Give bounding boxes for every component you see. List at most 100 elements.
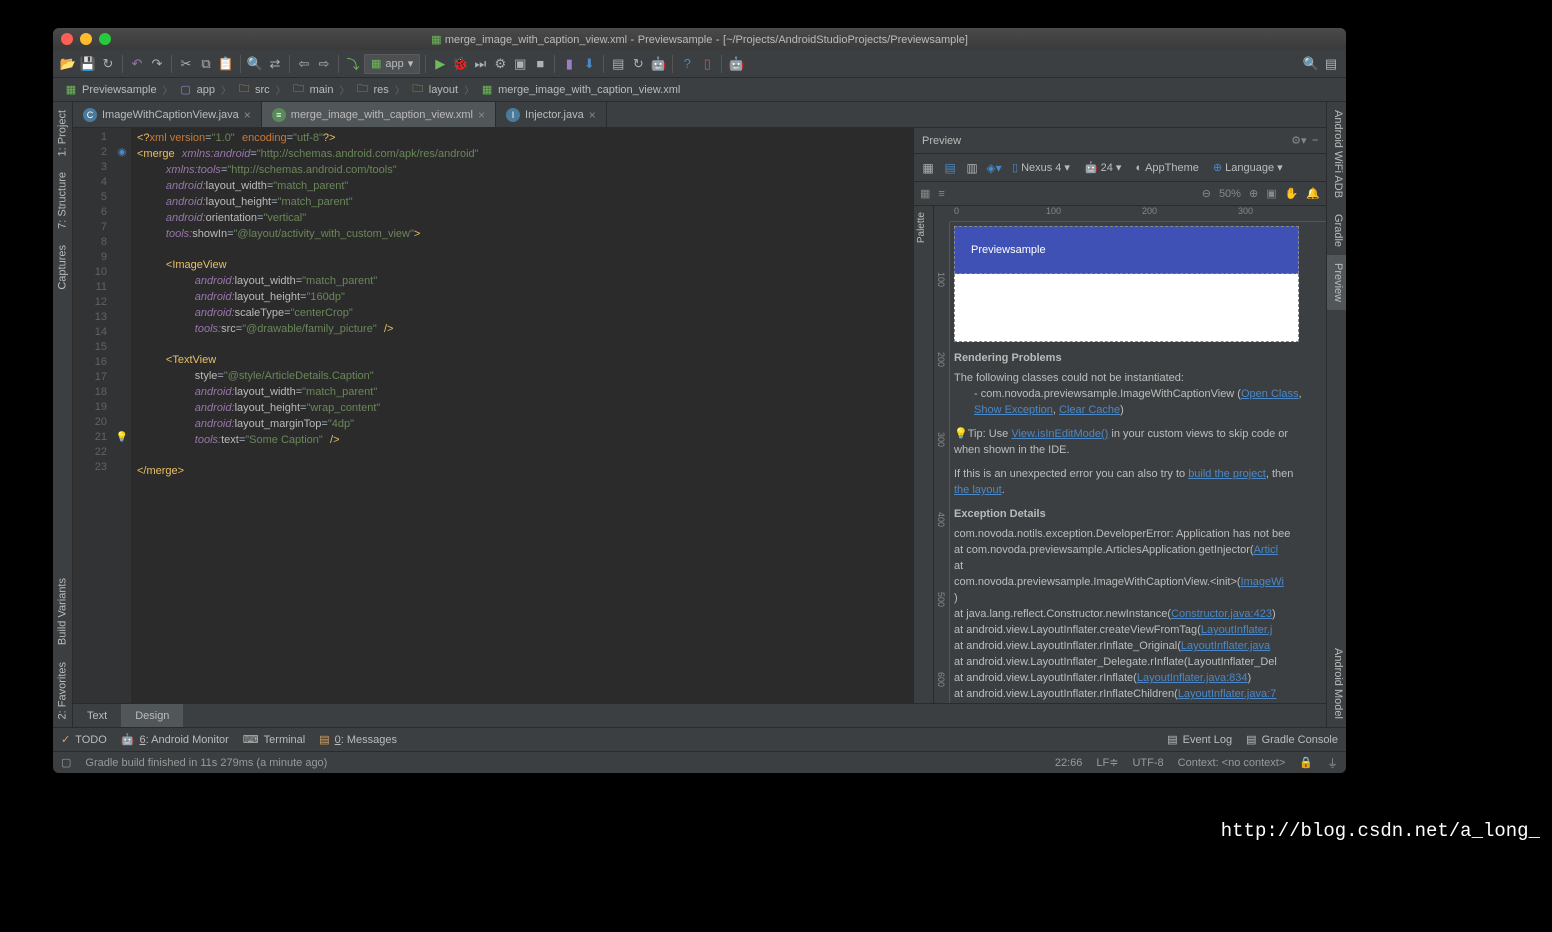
merge-gutter-icon[interactable]: ◉ [113,145,131,160]
editor-tab-1[interactable]: ≡merge_image_with_caption_view.xml× [262,102,496,127]
pal2-icon[interactable]: ≡ [938,188,944,200]
hide-icon[interactable]: ⎯ [1313,134,1319,147]
zoom-in-icon[interactable]: ⊕ [1249,187,1258,200]
tab-preview[interactable]: Preview [1327,255,1346,310]
crumb-file[interactable]: ▦merge_image_with_caption_view.xml [477,83,683,97]
tab-wifi-adb[interactable]: Android WiFi ADB [1327,102,1346,206]
editor-tab-2[interactable]: IInjector.java× [496,102,607,127]
pal1-icon[interactable]: ▦ [920,187,930,200]
tab-todo[interactable]: ✓TODO [61,733,107,746]
save-icon[interactable]: 💾 [79,55,97,73]
layout3-icon[interactable]: ▥ [964,160,980,176]
fit-icon[interactable]: ▣ [1266,187,1276,200]
tab-project[interactable]: 1: Project [53,102,72,164]
tab-structure[interactable]: 7: Structure [53,164,72,237]
copy-icon[interactable]: ⧉ [197,55,215,73]
clear-cache-link[interactable]: Clear Cache [1059,404,1120,416]
code-content[interactable]: <?xml version="1.0" encoding="utf-8"?> <… [131,128,913,703]
crumb-src[interactable]: 🗀src [234,83,273,97]
android-icon[interactable]: 🤖 [727,55,745,73]
sync2-icon[interactable]: ↻ [629,55,647,73]
lock-icon[interactable]: 🔒 [1299,756,1313,769]
phone-icon[interactable]: ▯ [698,55,716,73]
orientation-icon[interactable]: ◈▾ [986,160,1002,176]
cut-icon[interactable]: ✂ [177,55,195,73]
bell-icon[interactable]: 🔔 [1306,187,1320,200]
isineditmode-link[interactable]: View.isInEditMode() [1011,428,1108,440]
replace-icon[interactable]: ⇄ [266,55,284,73]
tab-android-monitor[interactable]: 🤖6: Android Monitor [121,733,229,746]
tab-text[interactable]: Text [73,704,121,727]
stop2-icon[interactable]: ■ [531,55,549,73]
bulb-gutter-icon[interactable]: 💡 [113,430,131,445]
undo-icon[interactable]: ↶ [128,55,146,73]
debug-icon[interactable]: 🐞 [451,55,469,73]
crumb-project[interactable]: ▦Previewsample [61,83,160,97]
context[interactable]: Context: <no context> [1178,757,1286,769]
search-icon[interactable]: 🔍 [1302,55,1320,73]
layout2-icon[interactable]: ▤ [942,160,958,176]
lang-select[interactable]: ⊕Language▾ [1209,159,1287,176]
encoding[interactable]: UTF-8 [1132,757,1163,769]
crumb-app[interactable]: ▢app [176,83,218,97]
structure-icon[interactable]: ▤ [609,55,627,73]
back-icon[interactable]: ⇦ [295,55,313,73]
window-icon[interactable]: ▢ [61,756,71,769]
preview-subtoolbar: ▦ ≡ ⊖ 50% ⊕ ▣ ✋ 🔔 [914,182,1326,206]
redo-icon[interactable]: ↷ [148,55,166,73]
tab-palette[interactable]: Palette [914,206,929,249]
build-icon[interactable]: ⤵ [344,55,362,73]
sync-icon[interactable]: ↻ [99,55,117,73]
run-icon[interactable]: ▶ [431,55,449,73]
editor-tab-0[interactable]: CImageWithCaptionView.java× [73,102,262,127]
refresh-layout-link[interactable]: the layout [954,484,1002,496]
zoom-out-icon[interactable]: ⊖ [1202,187,1211,200]
inspector-icon[interactable]: ⏚ [1327,755,1338,771]
line-separator[interactable]: LF≑ [1096,756,1118,769]
avd-icon[interactable]: ▮ [560,55,578,73]
crumb-res[interactable]: 🗀res [352,83,391,97]
layout1-icon[interactable]: ▦ [920,160,936,176]
tab-terminal[interactable]: ⌨Terminal [243,733,305,746]
crumb-main[interactable]: 🗀main [289,83,337,97]
pan-icon[interactable]: ✋ [1285,187,1299,200]
open-class-link[interactable]: Open Class [1241,388,1298,400]
tab-event-log[interactable]: ▤Event Log [1167,733,1232,746]
forward-icon[interactable]: ⇨ [315,55,333,73]
api-select[interactable]: 🤖24▾ [1080,159,1125,176]
minimize-icon[interactable] [80,33,92,45]
preview-canvas[interactable]: 0 100 200 300 100 200 300 400 500 [934,206,1326,703]
tab-messages[interactable]: ▤0: Messages [319,733,397,746]
theme-select[interactable]: ◐AppTheme [1131,160,1202,176]
attach-icon[interactable]: ⚙ [491,55,509,73]
crumb-layout[interactable]: 🗀layout [408,83,461,97]
tab-android-model[interactable]: Android Model [1327,640,1346,727]
profile-icon[interactable]: ⏭ [471,55,489,73]
tab-captures[interactable]: Captures [53,237,72,298]
tab-gradle-console[interactable]: ▤Gradle Console [1246,733,1338,746]
tab-build-variants[interactable]: Build Variants [53,570,72,653]
tab-gradle[interactable]: Gradle [1327,206,1346,255]
help-icon[interactable]: ? [678,55,696,73]
tab-favorites[interactable]: 2: Favorites [53,654,72,727]
close-icon[interactable] [61,33,73,45]
paste-icon[interactable]: 📋 [217,55,235,73]
settings-icon[interactable]: ▤ [1322,55,1340,73]
device-select[interactable]: ▯Nexus 4▾ [1008,159,1074,176]
run-config-select[interactable]: ▦app▾ [364,54,420,74]
monitor-icon[interactable]: 🤖 [649,55,667,73]
maximize-icon[interactable] [99,33,111,45]
build-project-link[interactable]: build the project [1188,468,1266,480]
tab-design[interactable]: Design [121,704,183,727]
gutter-icons: ◉ 💡 [113,128,131,703]
gear-icon[interactable]: ⚙▾ [1291,134,1306,147]
open-icon[interactable]: 📂 [59,55,77,73]
show-exception-link[interactable]: Show Exception [974,404,1053,416]
zoom-level: 50% [1219,188,1241,200]
stop-icon[interactable]: ▣ [511,55,529,73]
left-tool-strip: 1: Project 7: Structure Captures Build V… [53,102,73,727]
find-icon[interactable]: 🔍 [246,55,264,73]
status-message: Gradle build finished in 11s 279ms (a mi… [85,757,327,769]
xml-editor[interactable]: 12345 678910 1112131415 1617181920 21222… [73,128,913,703]
sdk-icon[interactable]: ⬇ [580,55,598,73]
